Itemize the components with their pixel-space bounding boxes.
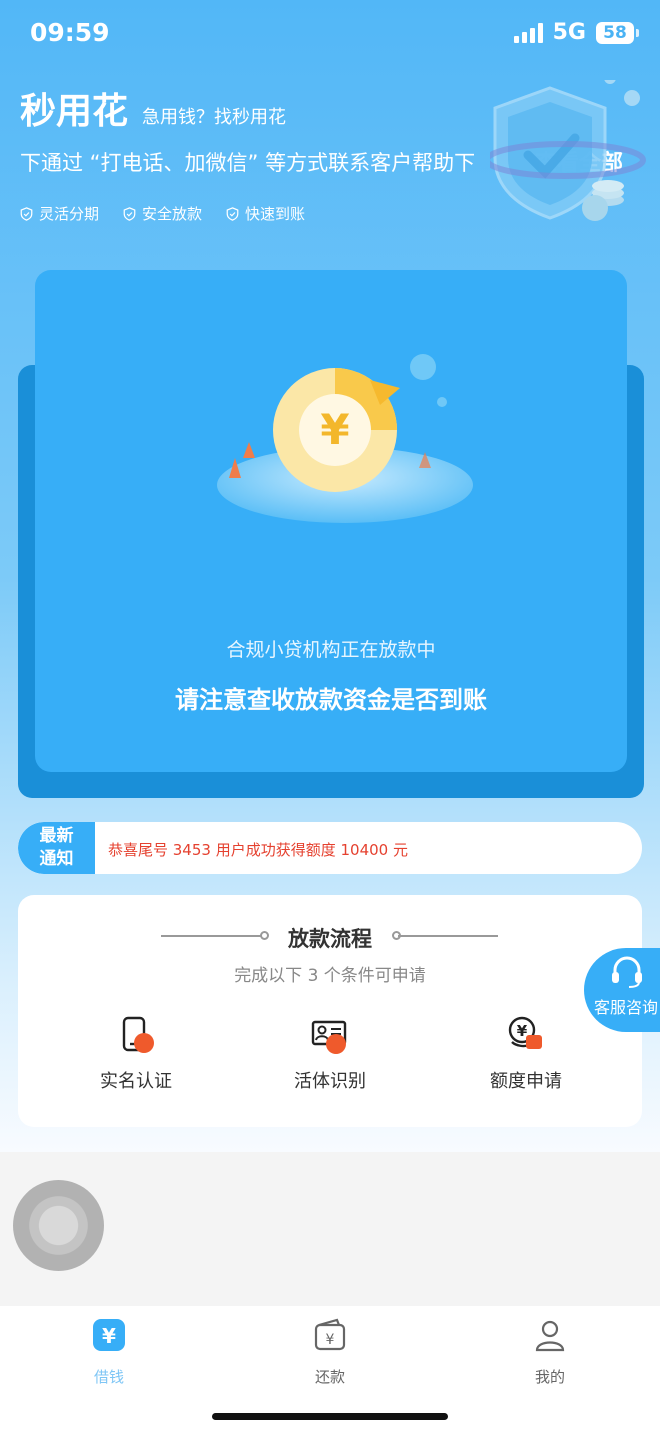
battery-icon: 58 [596, 21, 639, 44]
feature-item: 灵活分期 [20, 203, 99, 224]
feature-label: 快速到账 [245, 205, 306, 223]
tab-repay[interactable]: ¥ 还款 [275, 1318, 385, 1387]
step-label: 活体识别 [294, 1071, 366, 1092]
svg-text:¥: ¥ [102, 1324, 116, 1348]
tab-label: 借钱 [93, 1368, 124, 1386]
yen-tab-icon: ¥ [93, 1319, 125, 1351]
id-card-icon [311, 1020, 347, 1054]
feature-item: 安全放款 [123, 203, 202, 224]
tab-label: 还款 [314, 1368, 345, 1386]
headset-icon [612, 956, 642, 988]
tab-borrow[interactable]: ¥ 借钱 [54, 1318, 164, 1387]
coin-island-illustration: ¥ [217, 354, 473, 523]
shield-check-icon [123, 206, 136, 221]
status-time: 09:59 [30, 18, 110, 47]
svg-text:¥: ¥ [320, 405, 349, 454]
app-title: 秒用花 [20, 91, 129, 132]
shield-check-icon [226, 206, 239, 221]
title-divider-right [398, 935, 498, 937]
feature-list: 灵活分期 安全放款 快速到账 [20, 203, 305, 224]
customer-service-button[interactable]: 客服咨询 [584, 948, 660, 1032]
step-identity-verification[interactable]: 实名认证 [56, 1015, 216, 1093]
step-liveness-detection[interactable]: 活体识别 [250, 1015, 410, 1093]
phone-id-icon [122, 1016, 154, 1053]
feature-label: 安全放款 [142, 205, 203, 223]
yen-coin-icon: ¥ [508, 1016, 542, 1049]
tab-me[interactable]: 我的 [495, 1318, 605, 1387]
feature-label: 灵活分期 [39, 205, 100, 223]
network-type: 5G [552, 20, 586, 45]
customer-service-label: 客服咨询 [594, 998, 659, 1017]
wallet-icon: ¥ [314, 1318, 346, 1351]
news-bar: 最新 通知 恭喜尾号 3453 用户成功获得额度 10400 元 [18, 822, 642, 874]
process-subtitle: 完成以下 3 个条件可申请 [234, 966, 426, 986]
process-title: 放款流程 [288, 927, 372, 951]
loan-process-card: 放款流程 完成以下 3 个条件可申请 实名认证 活体识别 ¥ 额度申请 [18, 895, 642, 1127]
shield-check-icon [20, 206, 33, 221]
news-tag-line1: 最新 [39, 826, 74, 846]
security-shield-illustration [490, 80, 646, 221]
status-indicators: 5G 58 [513, 20, 639, 45]
feature-item: 快速到账 [226, 203, 305, 224]
step-label: 实名认证 [100, 1071, 172, 1092]
loan-status-card: ¥ 合规小贷机构正在放款中 请注意查收放款资金是否到账 [35, 270, 627, 772]
svg-text:¥: ¥ [326, 1332, 335, 1348]
step-label: 额度申请 [490, 1071, 562, 1092]
news-message: 恭喜尾号 3453 用户成功获得额度 10400 元 [108, 841, 408, 859]
user-icon [535, 1320, 565, 1352]
app-slogan: 急用钱？找秒用花 [142, 107, 286, 128]
news-tag: 最新 通知 [18, 822, 95, 874]
signal-icon [513, 22, 543, 43]
loan-highlight-text: 请注意查收放款资金是否到账 [175, 686, 487, 714]
loan-status-text: 合规小贷机构正在放款中 [226, 639, 436, 661]
home-indicator[interactable] [212, 1413, 448, 1420]
scrolling-notice: 下通过 “打电话、加微信” 等方式联系客户帮助下 [20, 151, 476, 175]
assistive-touch-button[interactable] [13, 1180, 104, 1271]
step-credit-application[interactable]: ¥ 额度申请 [446, 1015, 606, 1093]
news-tag-line2: 通知 [39, 849, 74, 869]
tab-label: 我的 [534, 1368, 565, 1386]
